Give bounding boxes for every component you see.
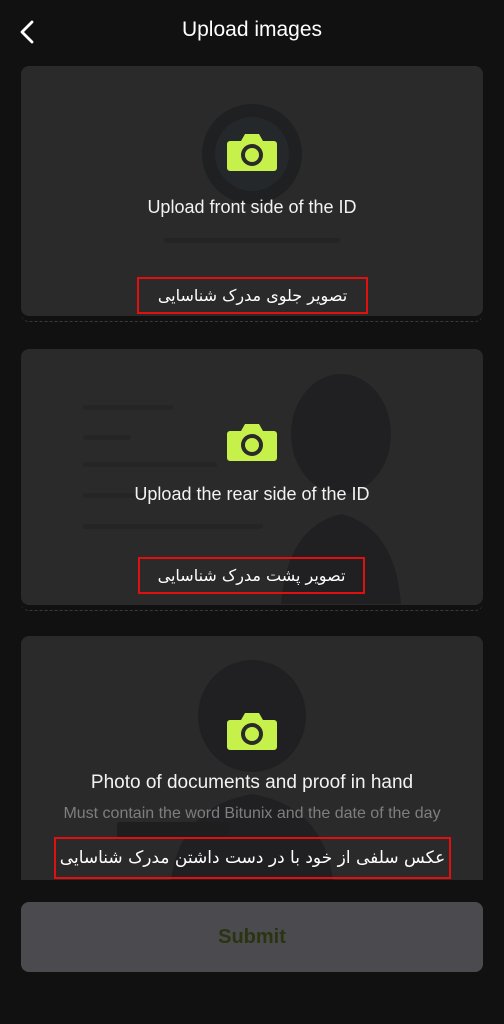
top-bar: Upload images (0, 0, 504, 64)
camera-icon[interactable] (226, 132, 278, 172)
upload-proof-label: Photo of documents and proof in hand (90, 772, 414, 793)
camera-icon[interactable] (226, 422, 278, 462)
card-dashed-edge (21, 314, 483, 322)
proof-annotation-box: عکس سلفی از خود با در دست داشتن مدرک شنا… (54, 837, 451, 879)
upload-proof-hint: Must contain the word Bitunix and the da… (63, 805, 441, 822)
upload-rear-label: Upload the rear side of the ID (134, 484, 370, 504)
camera-icon[interactable] (226, 711, 278, 751)
submit-button[interactable]: Submit (21, 902, 483, 972)
upload-front-card[interactable]: Upload front side of the ID تصویر جلوی م… (21, 66, 483, 316)
upload-rear-card[interactable]: Upload the rear side of the ID تصویر پشت… (21, 349, 483, 605)
page-title: Upload images (181, 18, 323, 41)
rear-annotation-box: تصویر پشت مدرک شناسایی (138, 557, 365, 594)
upload-images-screen: Upload images Upload front side of the I… (0, 0, 504, 1024)
front-annotation-box: تصویر جلوی مدرک شناسایی (137, 277, 368, 314)
card-dashed-edge (21, 603, 483, 611)
upload-proof-card[interactable]: Photo of documents and proof in hand Mus… (21, 636, 483, 880)
upload-front-label: Upload front side of the ID (147, 197, 357, 217)
